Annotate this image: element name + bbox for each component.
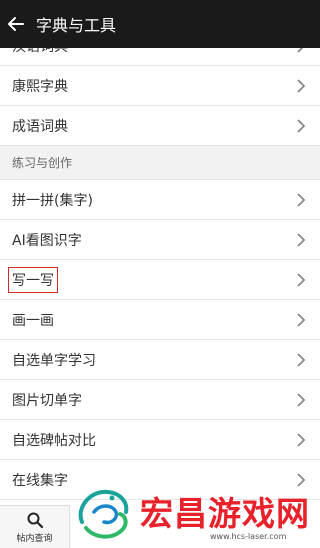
watermark-url: www.hcs-laser.com <box>210 532 287 541</box>
menu-item-ai-recognize[interactable]: AI看图识字 <box>0 220 320 260</box>
menu-item-compare-rubbings[interactable]: 自选碑帖对比 <box>0 420 320 460</box>
chevron-right-icon <box>297 312 306 327</box>
section-label: 练习与创作 <box>12 156 73 170</box>
menu-item-kangxi-dictionary[interactable]: 康熙字典 <box>0 66 320 106</box>
chevron-right-icon <box>297 432 306 447</box>
arrow-left-icon <box>8 17 24 31</box>
menu-item-label-highlighted: 写一写 <box>8 266 58 293</box>
back-button[interactable] <box>2 0 30 48</box>
chevron-right-icon <box>297 78 306 93</box>
section-header-practice: 练习与创作 <box>0 146 320 180</box>
chevron-right-icon <box>297 118 306 133</box>
menu-item-label: 图片切单字 <box>12 392 82 409</box>
menu-item-label: 自选碑帖对比 <box>12 432 96 449</box>
menu-item-draw[interactable]: 画一画 <box>0 300 320 340</box>
menu-item-online-collect[interactable]: 在线集字 <box>0 460 320 500</box>
menu-item-image-cut[interactable]: 图片切单字 <box>0 380 320 420</box>
menu-item-idiom-dictionary[interactable]: 成语词典 <box>0 106 320 146</box>
chevron-right-icon <box>297 232 306 247</box>
menu-item-label: 画一画 <box>12 312 54 329</box>
menu-item-label: 自选单字学习 <box>12 352 96 369</box>
menu-item-label: 成语词典 <box>12 118 68 135</box>
menu-item-single-char-study[interactable]: 自选单字学习 <box>0 340 320 380</box>
search-icon <box>27 512 43 528</box>
page-title: 字典与工具 <box>36 16 117 35</box>
menu-item-label: 康熙字典 <box>12 78 68 95</box>
menu-item-label: 在线集字 <box>12 472 68 489</box>
menu-list: 汉语词典 康熙字典 成语词典 练习与创作 拼一拼(集字) AI看图识字 写一写 … <box>0 26 320 500</box>
chevron-right-icon <box>297 272 306 287</box>
chevron-right-icon <box>297 192 306 207</box>
search-in-rubbing-button[interactable]: 帖内查询 <box>0 505 70 548</box>
menu-item-label: 拼一拼(集字) <box>12 192 93 209</box>
search-button-label: 帖内查询 <box>16 533 53 544</box>
menu-item-label: AI看图识字 <box>12 232 82 249</box>
chevron-right-icon <box>297 352 306 367</box>
menu-item-write[interactable]: 写一写 <box>0 260 320 300</box>
app-header: 字典与工具 <box>0 0 320 48</box>
chevron-right-icon <box>297 472 306 487</box>
menu-item-collect-characters[interactable]: 拼一拼(集字) <box>0 180 320 220</box>
chevron-right-icon <box>297 392 306 407</box>
